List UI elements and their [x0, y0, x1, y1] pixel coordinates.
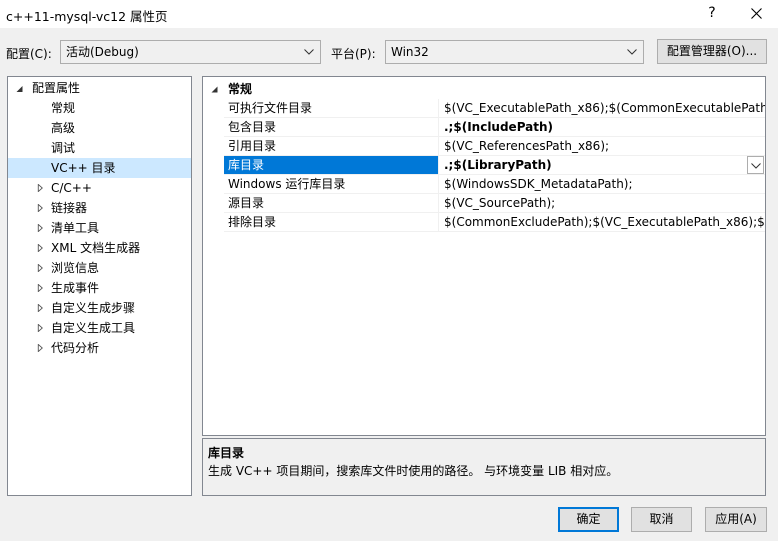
row-gutter [203, 213, 224, 232]
tree-item-label: XML 文档生成器 [51, 241, 141, 255]
config-select[interactable]: 活动(Debug) [60, 40, 321, 64]
property-value[interactable]: $(VC_SourcePath); [441, 194, 765, 212]
tree-root-config-properties[interactable]: 配置属性 [8, 78, 191, 98]
tree-item-label: 生成事件 [51, 281, 100, 295]
property-name: 可执行文件目录 [224, 99, 439, 117]
window-title: c++11-mysql-vc12 属性页 [6, 9, 168, 24]
collapsed-triangle-icon [37, 344, 43, 352]
help-button[interactable]: ? [698, 0, 726, 28]
row-gutter [203, 99, 224, 118]
property-row[interactable]: 引用目录 $(VC_ReferencesPath_x86); [203, 137, 765, 156]
property-value[interactable]: .;$(LibraryPath) [441, 156, 765, 174]
property-name: 排除目录 [224, 213, 439, 231]
property-grid: 常规 可执行文件目录 $(VC_ExecutablePath_x86);$(Com… [202, 76, 766, 436]
property-name: 源目录 [224, 194, 439, 212]
property-value[interactable]: $(CommonExcludePath);$(VC_ExecutablePath… [441, 213, 765, 231]
chevron-down-icon [304, 49, 314, 55]
description-title: 库目录 [208, 446, 245, 460]
property-value[interactable]: .;$(IncludePath) [441, 118, 765, 136]
tree-item[interactable]: XML 文档生成器 [8, 238, 191, 258]
tree-root-label: 配置属性 [32, 81, 81, 95]
property-row[interactable]: 源目录 $(VC_SourcePath); [203, 194, 765, 213]
tree-item[interactable]: 生成事件 [8, 278, 191, 298]
tree-item[interactable]: 调试 [8, 138, 191, 158]
tree-item-label: 自定义生成工具 [51, 321, 136, 335]
platform-select[interactable]: Win32 [385, 40, 644, 64]
property-value[interactable]: $(WindowsSDK_MetadataPath); [441, 175, 765, 193]
tree-item-label: 代码分析 [51, 341, 100, 355]
cancel-button[interactable]: 取消 [631, 507, 692, 532]
row-gutter [203, 194, 224, 213]
collapsed-triangle-icon [37, 304, 43, 312]
tree-item-label: 清单工具 [51, 221, 100, 235]
collapsed-triangle-icon [37, 244, 43, 252]
tree-item-label: 常规 [51, 101, 76, 115]
tree-item-label: 浏览信息 [51, 261, 100, 275]
property-row[interactable]: 排除目录 $(CommonExcludePath);$(VC_Executable… [203, 213, 765, 232]
collapsed-triangle-icon [37, 324, 43, 332]
tree-item-label: 调试 [51, 141, 76, 155]
config-manager-button[interactable]: 配置管理器(O)... [657, 39, 767, 64]
row-divider [224, 231, 765, 232]
apply-button[interactable]: 应用(A) [705, 507, 767, 532]
row-gutter [203, 137, 224, 156]
value-dropdown-button[interactable] [747, 156, 764, 174]
tree-item-label: C/C++ [51, 181, 92, 195]
property-name: 库目录 [224, 156, 439, 174]
close-icon [751, 8, 762, 19]
tree-item[interactable]: 代码分析 [8, 338, 191, 358]
expanded-triangle-icon [16, 86, 23, 92]
property-tree: 配置属性 常规高级调试 VC++ 目录 C/C++ 链接器清单工具 XML 文档生成器浏… [7, 76, 192, 496]
tree-item[interactable]: 清单工具 [8, 218, 191, 238]
property-row[interactable]: 可执行文件目录 $(VC_ExecutablePath_x86);$(Common… [203, 99, 765, 118]
property-row[interactable]: Windows 运行库目录 $(WindowsSDK_MetadataPath); [203, 175, 765, 194]
collapsed-triangle-icon [37, 264, 43, 272]
description-text: 生成 VC++ 项目期间，搜索库文件时使用的路径。 与环境变量 LIB 相对应。 [208, 464, 619, 478]
property-name: 引用目录 [224, 137, 439, 155]
row-gutter [203, 118, 224, 137]
collapsed-triangle-icon [37, 204, 43, 212]
tree-item[interactable]: 自定义生成步骤 [8, 298, 191, 318]
platform-label: 平台(P): [331, 47, 376, 61]
row-gutter [203, 175, 224, 194]
tree-item[interactable]: 高级 [8, 118, 191, 138]
property-name: Windows 运行库目录 [224, 175, 439, 193]
chevron-down-icon [627, 49, 637, 55]
collapsed-triangle-icon [37, 224, 43, 232]
tree-item-label: 链接器 [51, 201, 88, 215]
tree-item-label: 自定义生成步骤 [51, 301, 136, 315]
chevron-down-icon [751, 163, 761, 169]
property-value[interactable]: $(VC_ExecutablePath_x86);$(CommonExecuta… [441, 99, 765, 117]
tree-item[interactable]: 常规 [8, 98, 191, 118]
tree-item-label: 高级 [51, 121, 76, 135]
property-row[interactable]: 包含目录 .;$(IncludePath) [203, 118, 765, 137]
tree-item[interactable]: VC++ 目录 [8, 158, 191, 178]
property-row[interactable]: 库目录 .;$(LibraryPath) [203, 156, 765, 175]
tree-item[interactable]: 链接器 [8, 198, 191, 218]
collapsed-triangle-icon [37, 284, 43, 292]
category-label: 常规 [228, 82, 253, 96]
property-value[interactable]: $(VC_ReferencesPath_x86); [441, 137, 765, 155]
close-button[interactable] [740, 0, 774, 28]
tree-item[interactable]: 浏览信息 [8, 258, 191, 278]
tree-item-label: VC++ 目录 [51, 161, 116, 175]
platform-select-value: Win32 [391, 45, 429, 59]
tree-item[interactable]: C/C++ [8, 178, 191, 198]
description-panel: 库目录 生成 VC++ 项目期间，搜索库文件时使用的路径。 与环境变量 LIB … [202, 438, 766, 496]
ok-button[interactable]: 确定 [558, 507, 619, 532]
collapsed-triangle-icon [37, 184, 43, 192]
expanded-triangle-icon [211, 86, 218, 93]
property-name: 包含目录 [224, 118, 439, 136]
tree-item[interactable]: 自定义生成工具 [8, 318, 191, 338]
config-label: 配置(C): [6, 47, 52, 61]
config-select-value: 活动(Debug) [66, 45, 139, 59]
category-header[interactable]: 常规 [203, 79, 765, 99]
row-gutter [203, 156, 224, 175]
